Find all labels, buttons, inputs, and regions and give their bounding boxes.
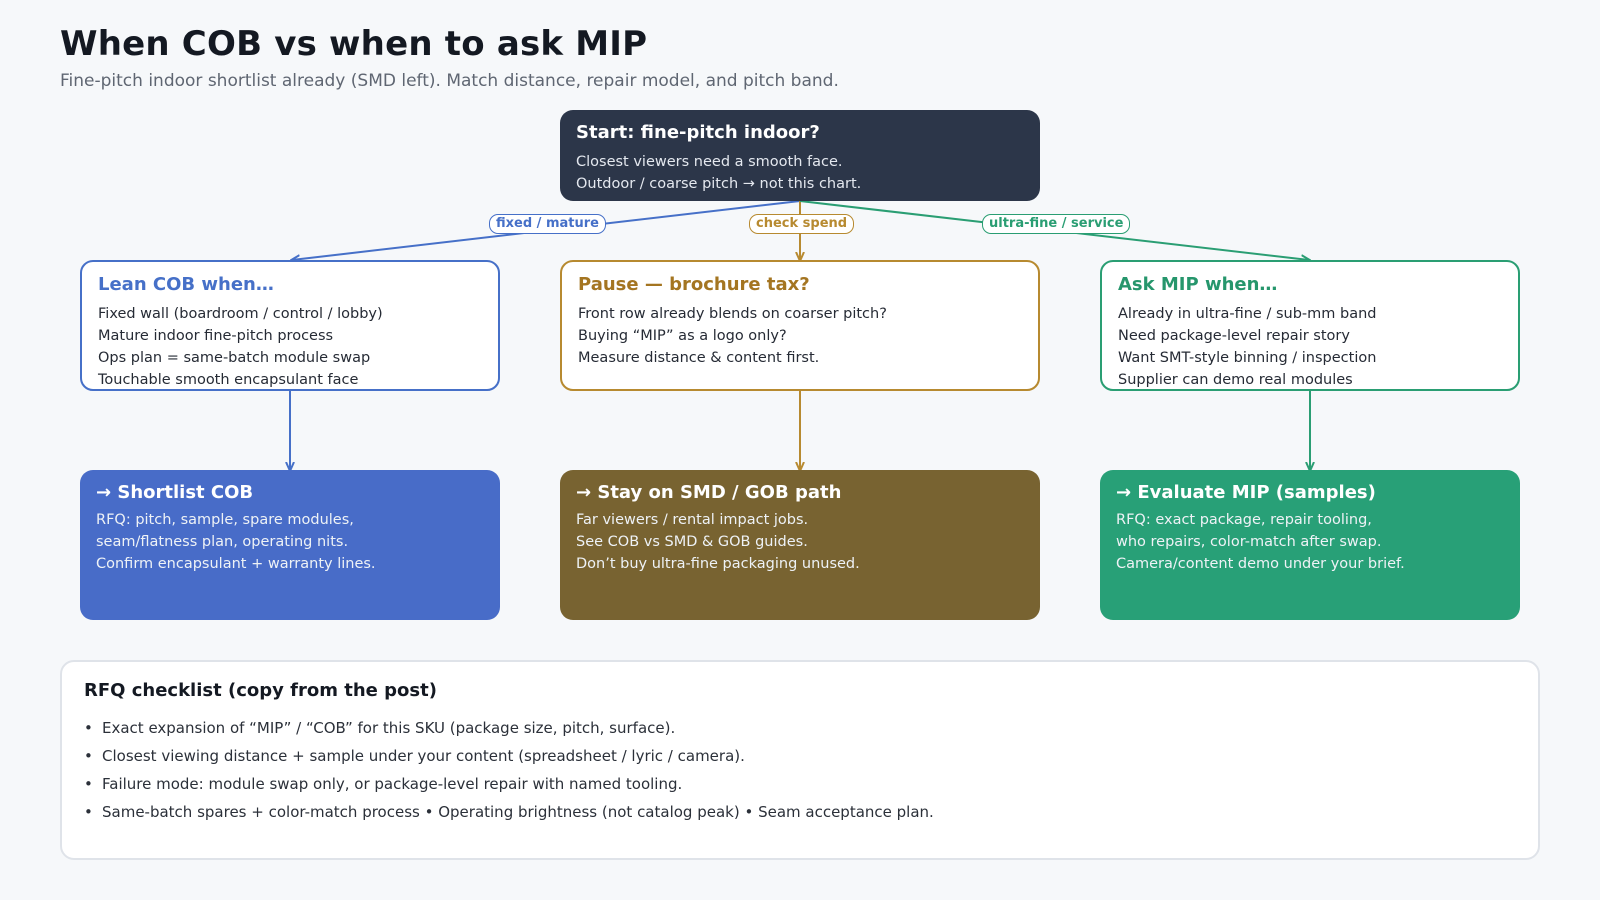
decision-cob-line: Fixed wall (boardroom / control / lobby) xyxy=(98,306,383,322)
start-node: Start: fine-pitch indoor? Closest viewer… xyxy=(560,110,1040,201)
decision-pause-line: Front row already blends on coarser pitc… xyxy=(578,306,887,322)
outcome-mip-line: who repairs, color-match after swap. xyxy=(1116,534,1382,550)
edge-label-fixed-mature: fixed / mature xyxy=(489,214,606,234)
bullet-icon: • xyxy=(84,803,93,821)
outcome-smd-line: See COB vs SMD & GOB guides. xyxy=(576,534,808,550)
outcome-node-evaluate-mip: → Evaluate MIP (samples) RFQ: exact pack… xyxy=(1100,470,1520,620)
decision-mip-title: Ask MIP when… xyxy=(1118,274,1278,295)
decision-node-mip: Ask MIP when… Already in ultra-fine / su… xyxy=(1100,260,1520,391)
outcome-cob-line: Confirm encapsulant + warranty lines. xyxy=(96,556,376,572)
bullet-icon: • xyxy=(84,747,93,765)
rfq-checklist-panel: RFQ checklist (copy from the post) • Exac… xyxy=(60,660,1540,860)
checklist-item-text: Exact expansion of “MIP” / “COB” for thi… xyxy=(102,719,676,737)
decision-node-cob: Lean COB when… Fixed wall (boardroom / c… xyxy=(80,260,500,391)
outcome-node-shortlist-cob: → Shortlist COB RFQ: pitch, sample, spar… xyxy=(80,470,500,620)
decision-mip-line: Supplier can demo real modules xyxy=(1118,372,1353,388)
outcome-cob-line: seam/flatness plan, operating nits. xyxy=(96,534,349,550)
checklist-item-text: Closest viewing distance + sample under … xyxy=(102,747,745,765)
start-node-line: Closest viewers need a smooth face. xyxy=(576,154,843,170)
edge-label-ultra-fine-service: ultra-fine / service xyxy=(982,214,1131,234)
outcome-mip-title: → Evaluate MIP (samples) xyxy=(1116,482,1376,503)
decision-cob-line: Mature indoor fine-pitch process xyxy=(98,328,334,344)
start-node-line: Outdoor / coarse pitch → not this chart. xyxy=(576,176,862,192)
checklist-item: • Same-batch spares + color-match process… xyxy=(84,798,1516,826)
checklist-item-text: Failure mode: module swap only, or packa… xyxy=(102,775,683,793)
decision-node-pause: Pause — brochure tax? Front row already … xyxy=(560,260,1040,391)
checklist-item-text: Same-batch spares + color-match process … xyxy=(102,803,934,821)
decision-cob-line: Ops plan = same-batch module swap xyxy=(98,350,371,366)
checklist-item: • Closest viewing distance + sample under… xyxy=(84,742,1516,770)
decision-mip-line: Need package-level repair story xyxy=(1118,328,1350,344)
outcome-mip-line: RFQ: exact package, repair tooling, xyxy=(1116,512,1372,528)
bullet-icon: • xyxy=(84,775,93,793)
rfq-checklist-title: RFQ checklist (copy from the post) xyxy=(84,680,437,701)
decision-mip-line: Want SMT-style binning / inspection xyxy=(1118,350,1377,366)
outcome-smd-line: Far viewers / rental impact jobs. xyxy=(576,512,809,528)
outcome-smd-line: Don’t buy ultra-fine packaging unused. xyxy=(576,556,860,572)
bullet-icon: • xyxy=(84,719,93,737)
outcome-cob-line: RFQ: pitch, sample, spare modules, xyxy=(96,512,354,528)
decision-cob-line: Touchable smooth encapsulant face xyxy=(98,372,359,388)
outcome-cob-title: → Shortlist COB xyxy=(96,482,254,503)
decision-mip-line: Already in ultra-fine / sub-mm band xyxy=(1118,306,1377,322)
checklist-item: • Exact expansion of “MIP” / “COB” for th… xyxy=(84,714,1516,742)
outcome-mip-line: Camera/content demo under your brief. xyxy=(1116,556,1405,572)
outcome-node-smd-gob: → Stay on SMD / GOB path Far viewers / r… xyxy=(560,470,1040,620)
start-node-title: Start: fine-pitch indoor? xyxy=(576,122,820,143)
checklist-item: • Failure mode: module swap only, or pack… xyxy=(84,770,1516,798)
edge-label-check-spend: check spend xyxy=(749,214,855,234)
decision-pause-title: Pause — brochure tax? xyxy=(578,274,810,295)
decision-pause-line: Measure distance & content first. xyxy=(578,350,820,366)
outcome-smd-title: → Stay on SMD / GOB path xyxy=(576,482,842,503)
rfq-checklist-list: • Exact expansion of “MIP” / “COB” for th… xyxy=(84,714,1516,826)
decision-pause-line: Buying “MIP” as a logo only? xyxy=(578,328,787,344)
decision-cob-title: Lean COB when… xyxy=(98,274,274,295)
